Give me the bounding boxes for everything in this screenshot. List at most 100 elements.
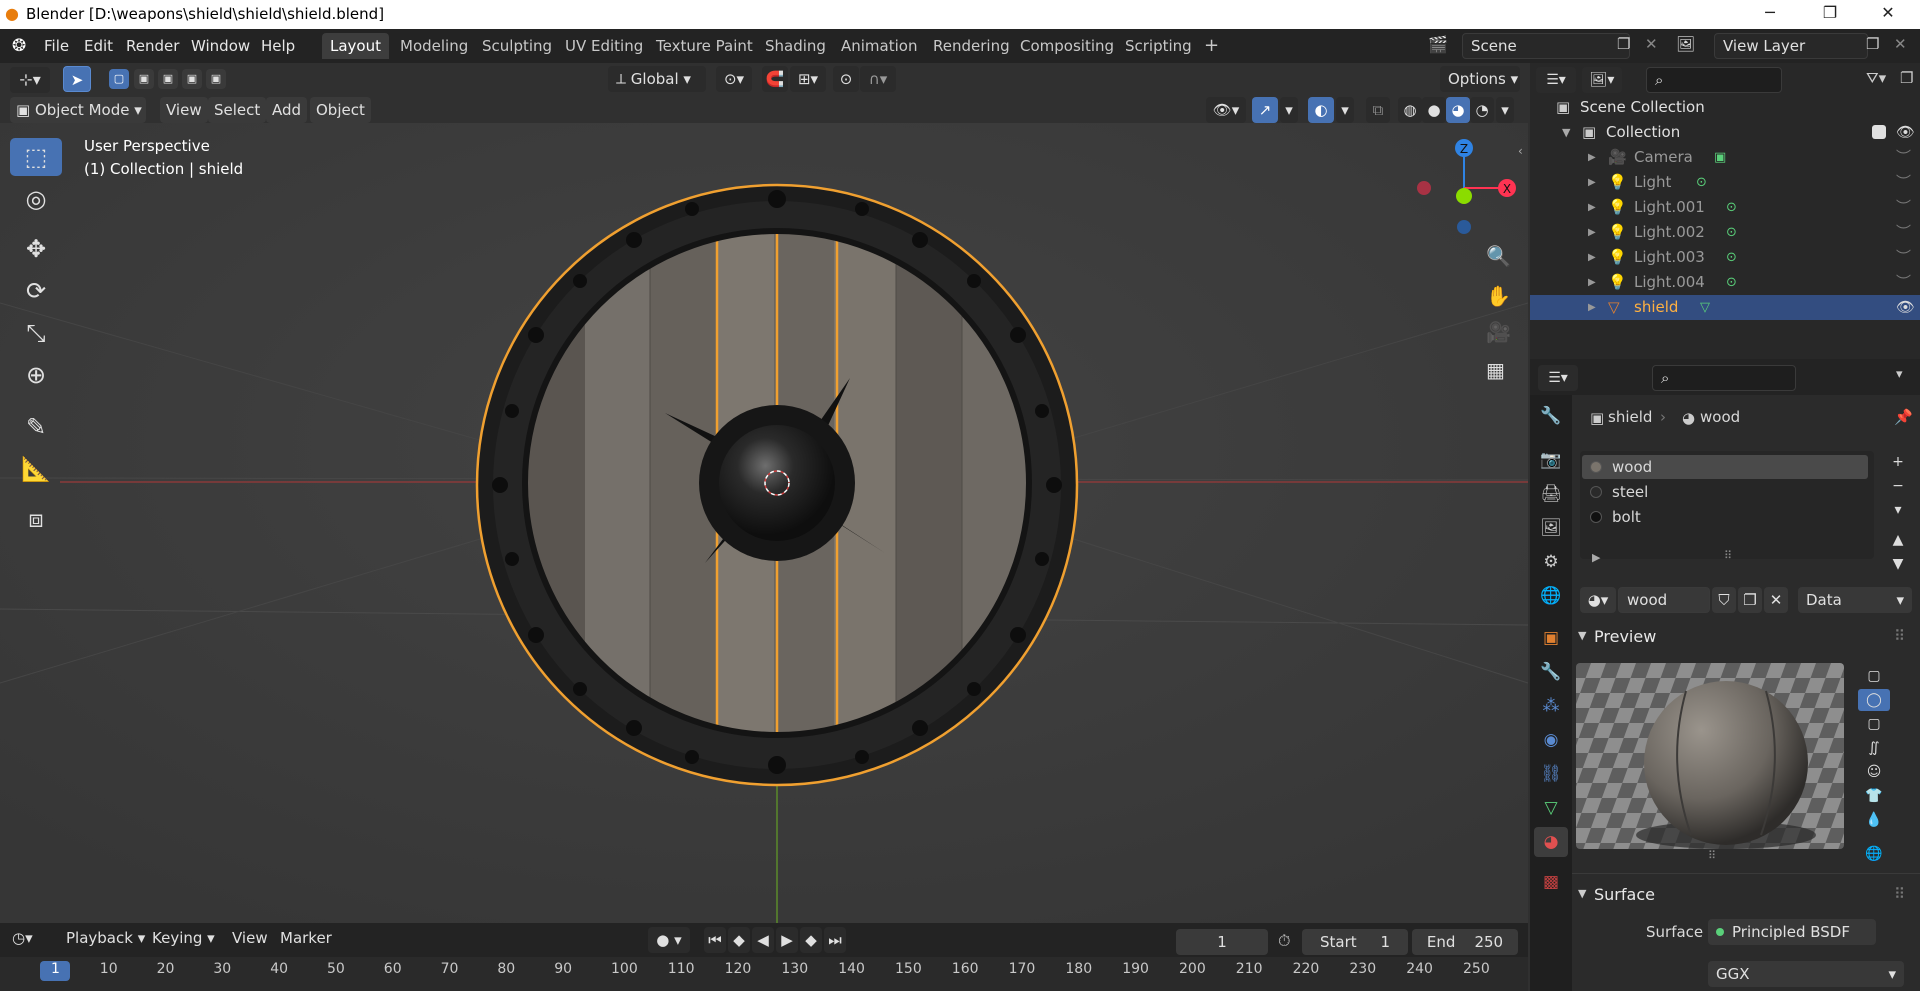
view-layer-icon[interactable]: 🖼 [1676, 35, 1695, 53]
timeline-menu-playback[interactable]: Playback ▾ [66, 929, 145, 947]
select-new-icon[interactable]: ▢ [109, 69, 129, 89]
current-frame-field[interactable]: 1 [1176, 929, 1268, 955]
preview-world-icon[interactable]: 🌐 [1858, 843, 1890, 865]
expand-arrow-icon[interactable]: ▶ [1588, 220, 1596, 245]
tool-scale-icon[interactable]: ⤡ [10, 314, 62, 352]
hidden-eye-icon[interactable]: ︶ [1896, 245, 1911, 270]
tab-sculpting[interactable]: Sculpting [474, 33, 560, 59]
texture-tab-icon[interactable]: ▩ [1534, 867, 1568, 897]
gizmo-toggle-icon[interactable]: ↗ [1252, 97, 1278, 123]
outliner-collection-row[interactable]: ▼ ▣ Collection 👁 [1530, 120, 1920, 145]
tab-texture-paint[interactable]: Texture Paint [648, 33, 761, 59]
maximize-button[interactable]: ❐ [1810, 3, 1850, 25]
add-slot-icon[interactable]: + [1882, 451, 1914, 473]
tab-scripting[interactable]: Scripting [1117, 33, 1200, 59]
proportional-edit-icon[interactable]: ⊙ [833, 66, 859, 92]
rendered-shading-icon[interactable]: ◔ [1470, 97, 1494, 123]
delete-view-layer-icon[interactable]: ✕ [1894, 35, 1907, 53]
tool-tab-icon[interactable]: 🔧 [1534, 401, 1568, 431]
collapse-arrow-icon[interactable]: ▼ [1562, 120, 1570, 145]
outliner-scene-collection[interactable]: ▣ Scene Collection [1530, 95, 1920, 120]
tab-rendering[interactable]: Rendering [925, 33, 1018, 59]
record-keyframe-icon[interactable]: ● ▾ [648, 927, 690, 953]
transform-orientation-dropdown[interactable]: ⟂ Global ▾ [608, 66, 706, 92]
move-slot-down-icon[interactable]: ▼ [1882, 553, 1914, 575]
tab-animation[interactable]: Animation [833, 33, 925, 59]
filter-icon[interactable]: ⛛▾ [1866, 69, 1886, 87]
outliner-item-mesh[interactable]: ▶ ▽ shield ▽ 👁 [1530, 295, 1920, 320]
timeline-menu-keying[interactable]: Keying ▾ [152, 929, 215, 947]
material-slot-steel[interactable]: steel [1582, 480, 1868, 504]
options-dropdown[interactable]: Options ▾ [1440, 66, 1520, 92]
new-scene-icon[interactable]: ❐ [1617, 35, 1630, 53]
preview-collapse-icon[interactable]: ▼ [1578, 629, 1586, 642]
falloff-icon[interactable]: ∩▾ [860, 66, 896, 92]
viewport-menu-add[interactable]: Add [266, 97, 308, 123]
snap-target-icon[interactable]: ⊞▾ [790, 66, 826, 92]
world-tab-icon[interactable]: 🌐 [1534, 581, 1568, 611]
ortho-grid-icon[interactable]: ▦ [1486, 358, 1505, 382]
tool-annotate-icon[interactable]: ✎ [10, 408, 62, 446]
object-tab-icon[interactable]: ▣ [1534, 623, 1568, 653]
surface-drag-icon[interactable]: ⠿ [1894, 885, 1905, 903]
preview-cube-icon[interactable]: ▢ [1858, 713, 1890, 735]
preview-cloth-icon[interactable]: 👕 [1858, 785, 1890, 807]
outliner-item-light[interactable]: ▶ 💡 Light.004 ⊙ ︶ [1530, 270, 1920, 295]
close-window-button[interactable]: ✕ [1868, 3, 1908, 25]
tab-compositing[interactable]: Compositing [1012, 33, 1122, 59]
select-tool-icon[interactable]: ➤ [63, 66, 91, 92]
material-slot-wood[interactable]: wood [1582, 455, 1868, 479]
hidden-eye-icon[interactable]: ︶ [1896, 195, 1911, 220]
overlays-toggle-icon[interactable]: ◐ [1308, 97, 1334, 123]
tool-cursor-icon[interactable]: ◎ [10, 180, 62, 218]
tool-transform-icon[interactable]: ⊕ [10, 356, 62, 394]
tool-add-cube-icon[interactable]: ⧈ [10, 500, 62, 538]
xray-toggle-icon[interactable]: ⧉ [1366, 97, 1390, 123]
gizmo-dropdown-icon[interactable]: ▾ [1280, 97, 1298, 123]
scene-tab-icon[interactable]: ⚙ [1534, 547, 1568, 577]
new-collection-icon[interactable]: ❐ [1900, 69, 1913, 87]
tab-layout[interactable]: Layout [322, 33, 389, 59]
overlays-dropdown-icon[interactable]: ▾ [1336, 97, 1354, 123]
tool-select-box-icon[interactable]: ⬚ [10, 138, 62, 176]
preview-flat-icon[interactable]: ▢ [1858, 665, 1890, 687]
visibility-eye-icon[interactable]: 👁 [1896, 120, 1915, 145]
select-subtract-icon[interactable]: ▣ [158, 69, 178, 89]
resize-handle-icon[interactable]: ⠿ [1724, 549, 1732, 562]
expand-arrow-icon[interactable]: ▶ [1588, 270, 1596, 295]
hidden-eye-icon[interactable]: ︶ [1896, 220, 1911, 245]
visibility-eye-icon[interactable]: 👁 [1896, 295, 1915, 320]
wireframe-shading-icon[interactable]: ◍ [1398, 97, 1422, 123]
timeline-menu-marker[interactable]: Marker [280, 929, 332, 947]
scene-selector-icon[interactable]: 🎬 [1428, 35, 1448, 54]
unlink-material-icon[interactable]: ✕ [1764, 587, 1788, 613]
preview-hair-icon[interactable]: ∬ [1858, 737, 1890, 759]
visibility-icon[interactable]: 👁▾ [1206, 97, 1246, 123]
mode-dropdown[interactable]: ▣ Object Mode ▾ [10, 97, 146, 123]
menu-edit[interactable]: Edit [80, 35, 117, 57]
navigation-gizmo[interactable]: Z X [1412, 138, 1522, 238]
move-slot-up-icon[interactable]: ▲ [1882, 529, 1914, 551]
expand-arrow-icon[interactable]: ▶ [1592, 551, 1600, 564]
particles-tab-icon[interactable]: ⁂ [1534, 691, 1568, 721]
outliner-search-input[interactable]: ⌕ [1646, 67, 1782, 93]
viewport-menu-object[interactable]: Object [310, 97, 371, 123]
shading-dropdown-icon[interactable]: ▾ [1496, 97, 1514, 123]
outliner-item-camera[interactable]: ▶ 🎥 Camera ▣ ︶ [1530, 145, 1920, 170]
view-layer-field[interactable]: View Layer [1714, 33, 1868, 59]
preview-monkey-icon[interactable]: ☺ [1858, 761, 1890, 783]
minimize-button[interactable]: ─ [1750, 3, 1790, 25]
jump-keyframe-forward-icon[interactable]: ◆ [800, 927, 822, 953]
timeline-menu-view[interactable]: View [232, 929, 268, 947]
select-invert-icon[interactable]: ▣ [182, 69, 202, 89]
viewport-menu-view[interactable]: View [160, 97, 208, 123]
select-intersect-icon[interactable]: ▣ [206, 69, 226, 89]
outliner-item-light[interactable]: ▶ 💡 Light.001 ⊙ ︶ [1530, 195, 1920, 220]
sidebar-toggle-icon[interactable]: ‹ [1518, 144, 1523, 158]
expand-arrow-icon[interactable]: ▶ [1588, 245, 1596, 270]
material-preview-shading-icon[interactable]: ◕ [1446, 97, 1470, 123]
editor-type-icon[interactable]: ⊹▾ [10, 67, 50, 93]
hidden-eye-icon[interactable]: ︶ [1896, 170, 1911, 195]
exclude-checkbox[interactable] [1872, 125, 1886, 139]
start-frame-field[interactable]: Start 1 [1302, 929, 1408, 955]
